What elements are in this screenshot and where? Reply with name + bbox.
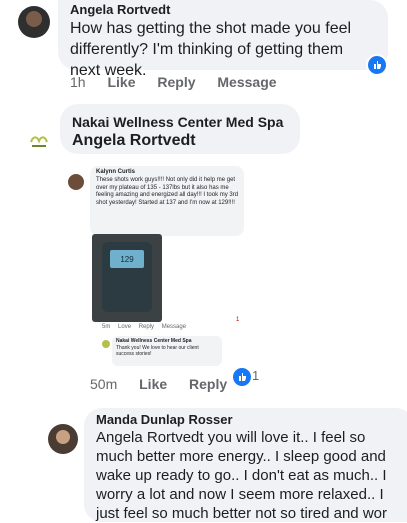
message-button[interactable]: Message [217, 74, 276, 90]
like-button[interactable]: Like [139, 376, 167, 392]
timestamp: 50m [90, 376, 118, 392]
embedded-reply-avatar [102, 340, 110, 348]
comment-text: How has getting the shot made you feel d… [70, 20, 352, 79]
comment-author[interactable]: Manda Dunlap Rosser [96, 412, 233, 427]
like-reaction-icon[interactable] [366, 54, 388, 76]
comment-actions-2: 50m Like Reply [90, 376, 245, 392]
reply-button[interactable]: Reply [157, 74, 195, 90]
scale-reading: 129 [120, 254, 134, 264]
avatar-nakai[interactable] [26, 128, 52, 154]
timestamp: 1h [70, 74, 86, 90]
embedded-reaction: 1 [236, 317, 240, 323]
embedded-author: Kalynn Curtis [96, 169, 136, 175]
comment-bubble-3: Manda Dunlap Rosser Angela Rortvedt you … [84, 408, 407, 522]
like-button[interactable]: Like [107, 74, 135, 90]
embedded-screenshot[interactable]: Kalynn Curtis These shots work guys!!!! … [64, 164, 254, 366]
tagged-user[interactable]: Angela Rortvedt [72, 132, 196, 150]
comment-author[interactable]: Angela Rortvedt [70, 2, 170, 17]
scale-photo: 129 [92, 234, 162, 322]
reply-button[interactable]: Reply [189, 376, 227, 392]
avatar-manda[interactable] [48, 424, 78, 454]
comment-actions-1: 1h Like Reply Message [70, 74, 295, 90]
avatar-kalynn [68, 174, 84, 190]
comment-bubble-1: Angela Rortvedt How has getting the shot… [58, 0, 388, 79]
comment-author[interactable]: Nakai Wellness Center Med Spa [72, 114, 283, 130]
scale-display: 129 [110, 250, 144, 268]
avatar-angela[interactable] [18, 6, 50, 38]
comment-bubble-2: Nakai Wellness Center Med Spa Angela Ror… [60, 104, 300, 154]
embedded-reply-bubble: Nakai Wellness Center Med Spa Thank you!… [112, 336, 222, 366]
embedded-actions: 5m Love Reply Message [102, 324, 187, 330]
embedded-text: These shots work guys!!!! Not only did i… [96, 177, 239, 206]
embedded-comment-bubble: Kalynn Curtis These shots work guys!!!! … [90, 166, 244, 236]
reaction-count: 1 [252, 368, 260, 383]
comment-text: Angela Rortvedt you will love it.. I fee… [96, 429, 387, 522]
